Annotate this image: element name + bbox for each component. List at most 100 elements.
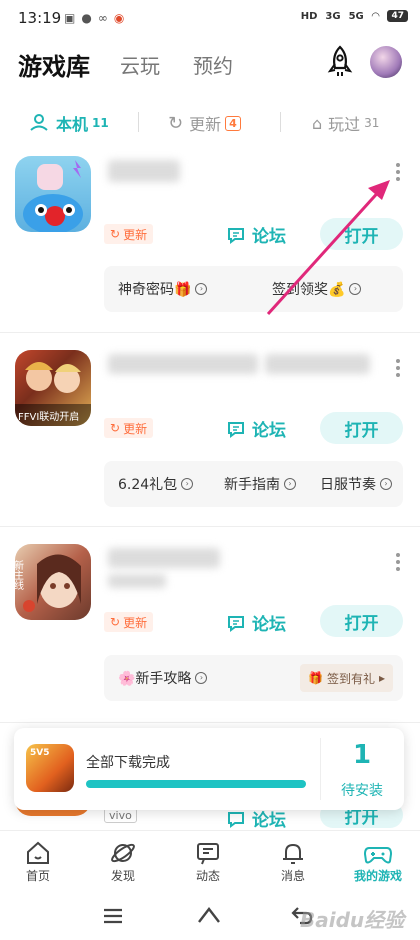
watermark: Baidu经验 (300, 908, 405, 932)
gift-icon: 🎁 (308, 671, 323, 685)
chevron-right-icon: › (349, 283, 362, 295)
nav-label: 我的游戏 (353, 869, 402, 883)
forum-label: 论坛 (252, 421, 286, 441)
forum-label: 论坛 (252, 227, 286, 247)
status-right: HD 3G 5G ◠ 47 (301, 10, 408, 22)
sub-link[interactable]: 签到领奖💰 › (272, 266, 362, 312)
sub-link[interactable]: 6.24礼包 › (118, 461, 208, 507)
game-icon[interactable]: FFVI联动开启 (15, 350, 91, 426)
update-tag-label: 更新 (123, 227, 148, 242)
user-avatar[interactable] (370, 46, 402, 78)
game-icon[interactable] (15, 156, 91, 232)
sign-in-label: 签到有礼 (326, 671, 375, 686)
sub-link[interactable]: 🌸新手攻略 › (118, 655, 208, 701)
game-icon: 5V5 (26, 744, 74, 792)
filter-local[interactable]: 本机 11 (28, 110, 109, 136)
signal-5g: 5G (348, 10, 364, 22)
nav-home[interactable]: 首页 (0, 839, 78, 884)
open-button[interactable]: 打开 (320, 605, 403, 637)
nav-label: 发现 (110, 869, 135, 883)
game-subpanel: 6.24礼包 › 新手指南 › 日服节奏 › (104, 461, 403, 507)
pending-install-label: 待安装 (341, 783, 383, 799)
forum-button[interactable]: 论坛 (226, 610, 286, 635)
folder-icon: ⌂ (312, 113, 323, 133)
refresh-icon: ↻ (168, 112, 184, 134)
more-options-icon[interactable] (395, 160, 401, 184)
filter-played-label: 玩过 (328, 115, 361, 134)
filter-local-label: 本机 (56, 115, 89, 134)
chevron-right-icon: › (284, 478, 296, 490)
game-icon-text: FFVI联动开启 (18, 410, 79, 423)
sub-link[interactable]: 日服节奏 › (320, 461, 398, 507)
toast-title: 全部下载完成 (86, 755, 170, 771)
forum-button[interactable]: 论坛 (226, 416, 286, 441)
tab-cloud-play[interactable]: 云玩 (120, 50, 160, 79)
game-icon-text: 新主线 (15, 559, 24, 590)
menu-icon[interactable] (102, 906, 124, 926)
filter-update-label: 更新 (189, 115, 222, 134)
download-progress-fill (86, 780, 306, 788)
game-badge: 5V5 (30, 748, 50, 758)
game-art-bird (23, 160, 83, 232)
bottom-nav: 首页 发现 动态 消息 我的游戏 (0, 830, 420, 893)
weibo-icon: ◉ (113, 11, 125, 25)
game-subpanel: 🌸新手攻略 › 🎁 签到有礼 ▸ (104, 655, 403, 701)
filter-local-count: 11 (92, 116, 109, 130)
forum-button[interactable]: 论坛 (226, 222, 286, 247)
refresh-icon: ↻ (110, 421, 121, 435)
divider (280, 112, 281, 132)
nav-my-games[interactable]: 我的游戏 (338, 839, 418, 884)
game-title-blurred (108, 160, 180, 182)
nav-feed[interactable]: 动态 (168, 839, 248, 884)
bell-icon (283, 843, 303, 864)
sub-link[interactable]: 新手指南 › (224, 461, 296, 507)
battery-icon: 47 (387, 10, 408, 22)
caret-right-icon: ▸ (378, 671, 385, 685)
nav-messages[interactable]: 消息 (253, 839, 333, 884)
refresh-icon: ↻ (110, 615, 121, 629)
update-tag: ↻ 更新 (104, 418, 154, 438)
chevron-right-icon: › (181, 478, 194, 490)
game-art-heroes: FFVI联动开启 (15, 362, 91, 426)
game-title-blurred (108, 574, 166, 588)
notification-icons: ▣ ● ∞ ◉ (64, 11, 124, 25)
game-icon[interactable]: 新主线 (15, 544, 91, 620)
status-time: 13:19 (18, 9, 62, 27)
tab-reservation[interactable]: 预约 (193, 50, 233, 79)
more-options-icon[interactable] (395, 550, 401, 574)
hd-indicator: HD (300, 10, 318, 22)
open-button[interactable]: 打开 (320, 218, 403, 250)
forum-icon (228, 615, 244, 632)
open-button[interactable]: 打开 (320, 412, 403, 444)
pending-install-count: 1 (352, 740, 372, 770)
filter-played-count: 31 (364, 116, 380, 130)
sub-link-label: 新手指南 (224, 477, 280, 493)
chevron-right-icon: › (195, 672, 208, 684)
bike-icon: ∞ (97, 11, 108, 25)
download-progress-bar (86, 780, 306, 788)
game-art-lady: 新主线 (15, 554, 81, 612)
chevron-right-icon: › (195, 283, 208, 295)
sub-link-label: 日服节奏 (320, 477, 376, 493)
filter-played[interactable]: ⌂ 玩过 31 (312, 110, 379, 136)
update-tag: ↻ 更新 (104, 612, 154, 632)
chevron-right-icon: › (380, 478, 392, 490)
vivo-tag: vivo (104, 808, 137, 823)
tab-game-library[interactable]: 游戏库 (18, 47, 90, 82)
divider (320, 738, 321, 800)
forum-icon (228, 227, 244, 244)
home-system-icon[interactable] (196, 904, 222, 926)
sub-link[interactable]: 神奇密码🎁 › (118, 266, 208, 312)
update-tag-label: 更新 (123, 421, 148, 436)
home-icon (27, 841, 49, 864)
sub-link-label: 神奇密码🎁 (118, 282, 192, 298)
filter-update[interactable]: ↻ 更新 4 (168, 110, 241, 136)
nav-label: 消息 (280, 869, 305, 883)
system-nav-bar: Baidu经验 (0, 892, 420, 940)
rocket-icon[interactable] (322, 44, 358, 80)
more-options-icon[interactable] (395, 356, 401, 380)
sign-in-button[interactable]: 🎁 签到有礼 ▸ (300, 664, 393, 692)
game-title-blurred (108, 548, 220, 568)
nav-discover[interactable]: 发现 (83, 839, 163, 884)
download-toast[interactable]: 5V5 全部下载完成 1 待安装 (14, 728, 404, 810)
